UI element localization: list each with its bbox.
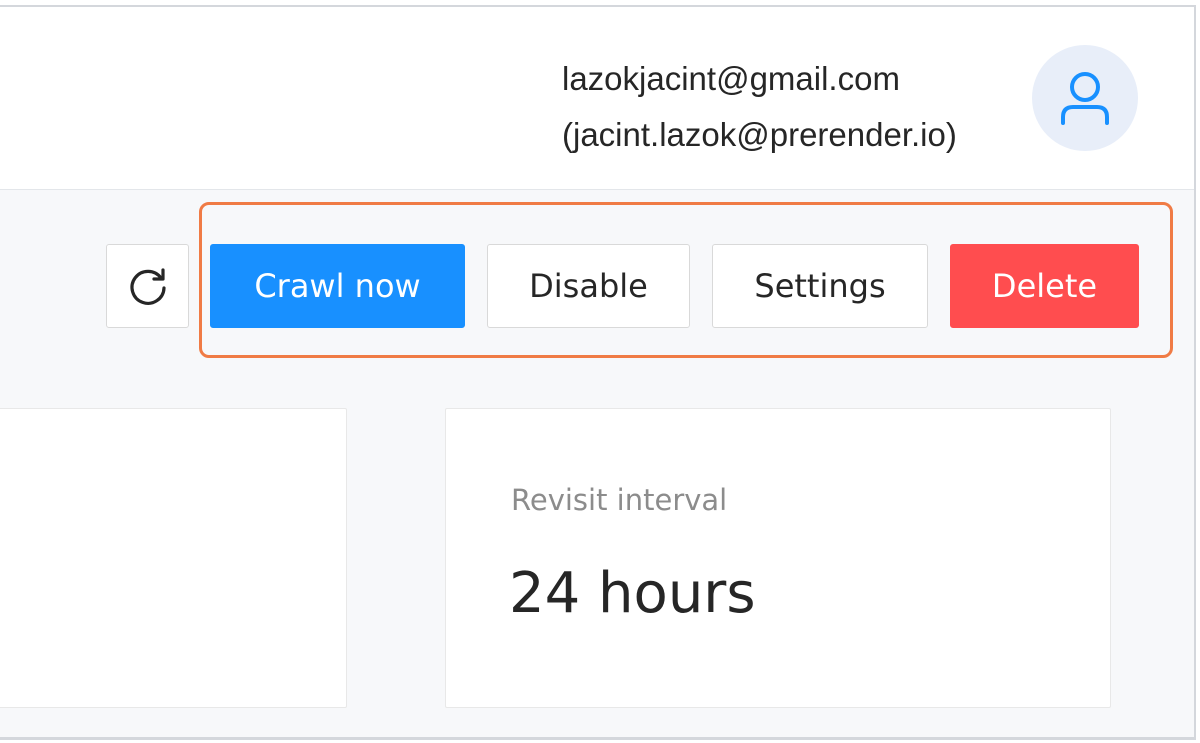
user-account: (jacint.lazok@prerender.io) bbox=[562, 116, 957, 153]
user-info: lazokjacint@gmail.com (jacint.lazok@prer… bbox=[562, 51, 957, 163]
app-frame: lazokjacint@gmail.com (jacint.lazok@prer… bbox=[0, 5, 1196, 740]
avatar[interactable] bbox=[1032, 45, 1138, 151]
user-email: lazokjacint@gmail.com bbox=[562, 60, 900, 97]
refresh-button[interactable] bbox=[106, 244, 189, 328]
disable-button[interactable]: Disable bbox=[487, 244, 690, 328]
crawl-now-button[interactable]: Crawl now bbox=[210, 244, 465, 328]
stat-card bbox=[0, 408, 347, 708]
refresh-icon bbox=[129, 268, 166, 305]
action-toolbar: Crawl now Disable Settings Delete bbox=[0, 190, 1194, 385]
stat-value: 24 hours bbox=[509, 561, 756, 626]
top-header: lazokjacint@gmail.com (jacint.lazok@prer… bbox=[0, 7, 1194, 190]
revisit-interval-card: Revisit interval 24 hours bbox=[445, 408, 1111, 708]
user-icon bbox=[1061, 72, 1109, 125]
stat-label: Revisit interval bbox=[511, 483, 728, 517]
delete-button[interactable]: Delete bbox=[950, 244, 1139, 328]
settings-button[interactable]: Settings bbox=[712, 244, 928, 328]
